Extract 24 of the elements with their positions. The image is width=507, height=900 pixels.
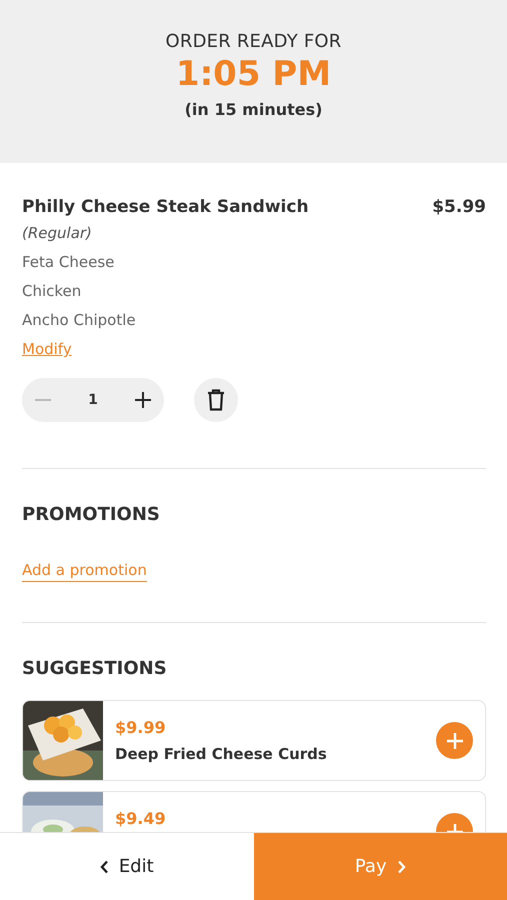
chevron-left-icon [100, 860, 109, 874]
suggestion-price: $9.99 [115, 718, 167, 737]
eta-text: (in 15 minutes) [184, 100, 324, 119]
item-option: Feta Cheese [22, 253, 486, 271]
section-title: SUGGESTIONS [22, 658, 168, 679]
chevron-right-icon [396, 860, 406, 874]
item-price: $5.99 [432, 197, 486, 217]
item-option: Chicken [22, 282, 486, 300]
quantity-value: 1 [88, 392, 98, 408]
item-size: (Regular) [22, 224, 93, 242]
item-name: Philly Cheese Steak Sandwich [22, 197, 309, 217]
promotion-link[interactable]: Add a promotion [22, 561, 147, 582]
add-icon[interactable] [436, 722, 473, 759]
ready-label: ORDER READY FOR [164, 31, 342, 52]
suggestion-name: Deep Fried Cheese Curds [115, 745, 328, 763]
trash-icon[interactable] [194, 378, 238, 422]
suggestion-price: $9.49 [115, 809, 167, 828]
item-option: Ancho Chipotle [22, 311, 486, 329]
ready-time: 1:05 PM [174, 54, 332, 94]
modify-link[interactable]: Modify [22, 340, 72, 358]
section-title: PROMOTIONS [22, 504, 161, 525]
pay-button[interactable]: Pay [254, 833, 507, 900]
suggestion-card[interactable]: $9.99 Deep Fried Cheese Curds [22, 700, 486, 781]
plus-icon[interactable] [134, 391, 152, 409]
